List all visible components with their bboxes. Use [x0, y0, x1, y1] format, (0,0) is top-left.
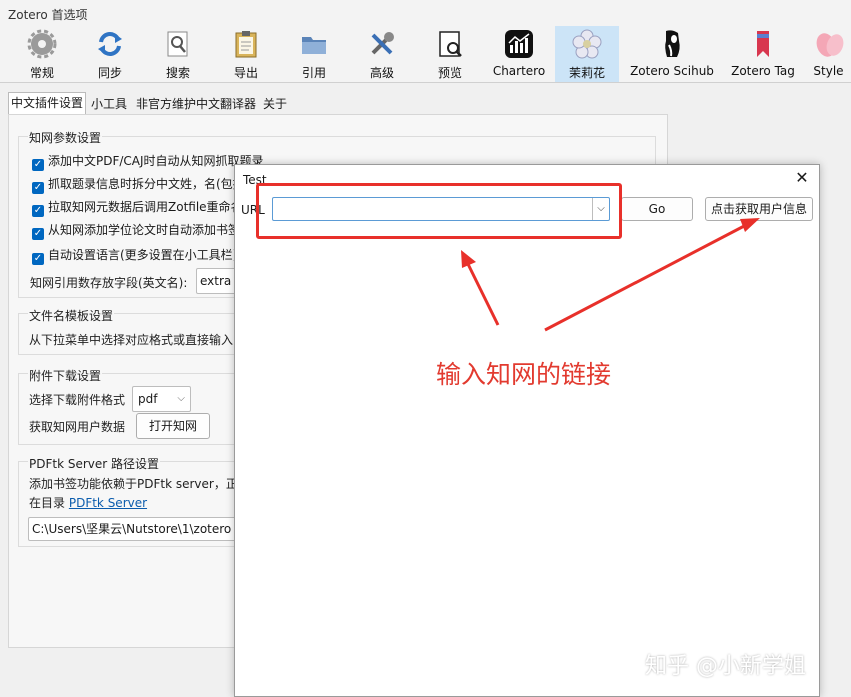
annotation-text: 输入知网的链接	[436, 360, 612, 389]
annotation-arrow-left	[465, 261, 500, 326]
annotation-arrow-right	[544, 222, 749, 332]
annotation-arrowhead-right	[740, 218, 760, 232]
watermark: 知乎 @小新学姐	[645, 654, 806, 679]
annotation-arrows	[461, 218, 760, 332]
